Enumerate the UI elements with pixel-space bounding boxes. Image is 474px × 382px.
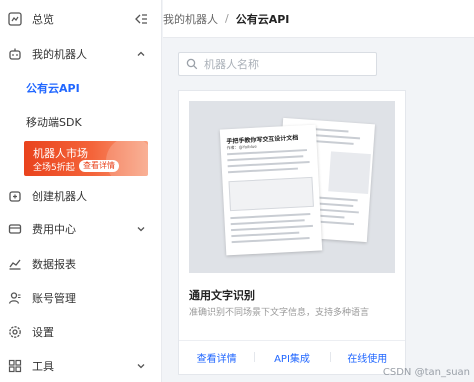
api-integration-link[interactable]: API集成 — [254, 350, 329, 365]
search-input[interactable] — [204, 57, 364, 71]
sidebar-item-data-reports[interactable]: 数据报表 — [0, 248, 162, 280]
search-icon — [186, 58, 198, 70]
robot-market-banner[interactable]: 机器人市场 全场5折起 查看详情 — [24, 141, 148, 176]
sidebar-item-cost-center[interactable]: 费用中心 — [0, 213, 162, 245]
account-icon — [8, 291, 22, 305]
breadcrumb: 我的机器人 / 公有云API — [163, 0, 474, 38]
sidebar-item-tools[interactable]: 工具 — [0, 350, 162, 382]
card-actions: 查看详情 API集成 在线使用 — [179, 340, 405, 374]
watermark: CSDN @tan_suan — [382, 367, 470, 378]
breadcrumb-item-current: 公有云API — [235, 12, 290, 26]
card-title: 通用文字识别 — [189, 289, 255, 302]
sidebar-subitem-label: 移动端SDK — [26, 116, 82, 129]
robot-search-box[interactable] — [178, 52, 377, 76]
sidebar-subitem-public-cloud-api[interactable]: 公有云API — [0, 74, 162, 102]
document-author: 作者：@Yoiblue — [226, 143, 257, 151]
document-page-front: 手把手教你写交互设计文档 作者：@Yoiblue — [219, 124, 323, 256]
app-window: 总览 我的机器人 公有云API 移动端SDK 机器人市场 全场5折起 查看详情 — [0, 0, 474, 382]
card-description: 准确识别不同场景下文字信息，支持多种语言 — [189, 308, 370, 318]
robot-icon — [8, 47, 22, 61]
card-preview-image: 手把手教你写交互设计文档 作者：@Yoiblue — [189, 101, 395, 273]
banner-subtitle: 全场5折起 — [33, 163, 75, 173]
sidebar-item-label: 账号管理 — [32, 292, 76, 305]
chart-icon — [8, 257, 22, 271]
sidebar-item-my-robots[interactable]: 我的机器人 — [0, 38, 162, 70]
sidebar: 总览 我的机器人 公有云API 移动端SDK 机器人市场 全场5折起 查看详情 — [0, 0, 162, 382]
tools-icon — [8, 359, 22, 373]
breadcrumb-item-my-robots[interactable]: 我的机器人 — [163, 11, 218, 27]
cost-icon — [8, 222, 22, 236]
sidebar-subitem-mobile-sdk[interactable]: 移动端SDK — [0, 108, 162, 136]
sidebar-item-label: 我的机器人 — [32, 48, 87, 61]
banner-title: 机器人市场 — [33, 147, 88, 160]
online-use-link[interactable]: 在线使用 — [329, 350, 405, 365]
document-title: 手把手教你写交互设计文档 — [226, 134, 299, 146]
sidebar-item-create-robot[interactable]: 创建机器人 — [0, 180, 162, 212]
document-table — [228, 176, 314, 212]
sidebar-item-label: 数据报表 — [32, 258, 76, 271]
sidebar-item-label: 费用中心 — [32, 223, 76, 236]
robot-card[interactable]: 手把手教你写交互设计文档 作者：@Yoiblue 通用文字识别 准确识别不同场景… — [178, 90, 406, 375]
breadcrumb-separator: / — [225, 12, 229, 25]
chevron-up-icon — [136, 49, 146, 59]
collapse-sidebar-icon[interactable] — [134, 12, 148, 26]
create-robot-icon — [8, 189, 22, 203]
banner-details-button[interactable]: 查看详情 — [79, 160, 119, 172]
settings-icon — [8, 325, 22, 339]
sidebar-item-account-management[interactable]: 账号管理 — [0, 282, 162, 314]
sidebar-item-label: 设置 — [32, 326, 54, 339]
dashboard-icon — [8, 12, 22, 26]
view-details-link[interactable]: 查看详情 — [179, 350, 254, 365]
sidebar-subitem-label: 公有云API — [26, 82, 80, 95]
sidebar-item-settings[interactable]: 设置 — [0, 316, 162, 348]
sidebar-item-label: 创建机器人 — [32, 190, 87, 203]
sidebar-item-label: 工具 — [32, 360, 54, 373]
chevron-down-icon — [136, 224, 146, 234]
chevron-down-icon — [136, 361, 146, 371]
